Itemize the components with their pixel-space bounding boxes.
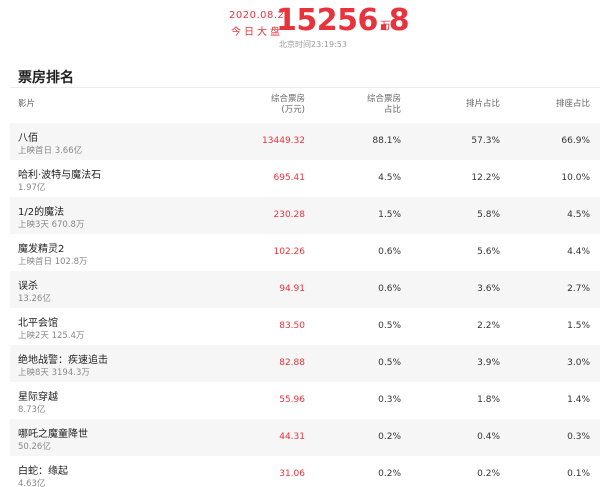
share-value: 0.2% (378, 432, 401, 442)
table-row[interactable]: 哪吒之魔童降世 50.26亿 44.31 0.2% 0.4% 0.3% (10, 419, 600, 456)
share-value: 0.6% (378, 284, 401, 294)
col-screening[interactable]: 排片占比 (420, 99, 500, 110)
seat-value: 1.4% (567, 395, 590, 405)
market-unit: 万 (380, 19, 391, 32)
film-title[interactable]: 1/2的魔法 (18, 203, 64, 218)
section-title: 票房排名 (18, 70, 74, 86)
seat-value: 2.7% (567, 284, 590, 294)
film-title[interactable]: 误杀 (18, 277, 38, 292)
film-subtitle: 上映3天 670.8万 (18, 220, 85, 230)
seat-value: 10.0% (561, 173, 590, 183)
film-subtitle: 上映首日 3.66亿 (18, 146, 83, 156)
screening-value: 3.6% (477, 284, 500, 294)
col-boxoffice[interactable]: 综合票房 (万元) (225, 94, 305, 116)
seat-value: 1.5% (567, 321, 590, 331)
table-row[interactable]: 星际穿越 8.73亿 55.96 0.3% 1.8% 1.4% (10, 382, 600, 419)
seat-value: 66.9% (561, 136, 590, 146)
col-film: 影片 (18, 99, 36, 109)
table-row[interactable]: 八佰上映首日 3.66亿 13449.32 88.1% 57.3% 66.9% (10, 123, 600, 160)
table-header: 影片 综合票房 (万元) 综合票房 占比 排片占比 排座占比 (10, 87, 600, 123)
film-title[interactable]: 星际穿越 (18, 388, 58, 403)
film-title[interactable]: 哈利·波特与魔法石 (18, 166, 101, 181)
table-row[interactable]: 白蛇：缘起 4.63亿 31.06 0.2% 0.2% 0.1% (10, 456, 600, 487)
film-title[interactable]: 魔发精灵2 (18, 240, 64, 255)
table-row[interactable]: 绝地战警：疾速追击上映8天 3194.3万 82.88 0.5% 3.9% 3.0% (10, 345, 600, 382)
film-title[interactable]: 八佰 (18, 129, 38, 144)
table-row[interactable]: 1/2的魔法上映3天 670.8万 230.28 1.5% 5.8% 4.5% (10, 197, 600, 234)
film-title[interactable]: 绝地战警：疾速追击 (18, 351, 108, 366)
film-title[interactable]: 北平会馆 (18, 314, 58, 329)
boxoffice-value: 230.28 (273, 210, 306, 220)
seat-value: 4.5% (567, 210, 590, 220)
col-boxoffice-label: 综合票房 (270, 94, 305, 104)
screening-value: 2.2% (477, 321, 500, 331)
share-value: 88.1% (372, 136, 401, 146)
screening-value: 12.2% (471, 173, 500, 183)
film-subtitle: 上映2天 125.4万 (18, 331, 85, 341)
table-row[interactable]: 北平会馆上映2天 125.4万 83.50 0.5% 2.2% 1.5% (10, 308, 600, 345)
seat-value: 3.0% (567, 358, 590, 368)
film-subtitle: 上映8天 3194.3万 (18, 368, 90, 378)
film-subtitle: 8.73亿 (18, 405, 46, 415)
film-subtitle: 1.97亿 (18, 183, 46, 193)
screening-value: 0.4% (477, 432, 500, 442)
boxoffice-value: 31.06 (279, 469, 305, 479)
screening-value: 3.9% (477, 358, 500, 368)
boxoffice-value: 102.26 (273, 247, 306, 257)
film-subtitle: 4.63亿 (18, 479, 46, 487)
screening-value: 5.6% (477, 247, 500, 257)
share-value: 0.2% (378, 469, 401, 479)
seat-value: 0.1% (567, 469, 590, 479)
share-value: 4.5% (378, 173, 401, 183)
boxoffice-value: 13449.32 (262, 136, 305, 146)
table-row[interactable]: 误杀 13.26亿 94.91 0.6% 3.6% 2.7% (10, 271, 600, 308)
beijing-time: 北京时间23:19:53 (279, 40, 347, 49)
film-subtitle: 50.26亿 (18, 442, 51, 452)
screening-value: 57.3% (471, 136, 500, 146)
col-share[interactable]: 综合票房 占比 (321, 94, 401, 116)
share-value: 0.6% (378, 247, 401, 257)
boxoffice-value: 55.96 (279, 395, 305, 405)
screening-value: 0.2% (477, 469, 500, 479)
boxoffice-value: 44.31 (279, 432, 305, 442)
film-title[interactable]: 白蛇：缘起 (18, 462, 68, 477)
col-boxoffice-unit: (万元) (281, 105, 305, 115)
share-value: 0.5% (378, 358, 401, 368)
col-share-label: 综合票房 (366, 94, 401, 104)
share-value: 0.5% (378, 321, 401, 331)
boxoffice-value: 695.41 (273, 173, 306, 183)
table-row[interactable]: 魔发精灵2 上映首日 102.8万 102.26 0.6% 5.6% 4.4% (10, 234, 600, 271)
col-seat[interactable]: 排座占比 (510, 99, 590, 110)
table-row[interactable]: 哈利·波特与魔法石 1.97亿 695.41 4.5% 12.2% 10.0% (10, 160, 600, 197)
film-title[interactable]: 哪吒之魔童降世 (18, 425, 88, 440)
table-body: 八佰上映首日 3.66亿 13449.32 88.1% 57.3% 66.9% 哈利·波特… (10, 123, 600, 487)
screening-value: 1.8% (477, 395, 500, 405)
share-value: 1.5% (378, 210, 401, 220)
col-share-sub: 占比 (383, 105, 401, 115)
boxoffice-value: 82.88 (279, 358, 305, 368)
share-value: 0.3% (378, 395, 401, 405)
screening-value: 5.8% (477, 210, 500, 220)
seat-value: 4.4% (567, 247, 590, 257)
film-subtitle: 13.26亿 (18, 294, 51, 304)
boxoffice-value: 94.91 (279, 284, 305, 294)
boxoffice-value: 83.50 (279, 321, 305, 331)
market-header: 2020.08.21 今日大盘 15256.8 万 北京时间23:19:53 (0, 0, 600, 52)
boxoffice-table: 影片 综合票房 (万元) 综合票房 占比 排片占比 排座占比 八佰上映首日 3.… (10, 87, 600, 487)
film-subtitle: 上映首日 102.8万 (18, 257, 88, 267)
seat-value: 0.3% (567, 432, 590, 442)
